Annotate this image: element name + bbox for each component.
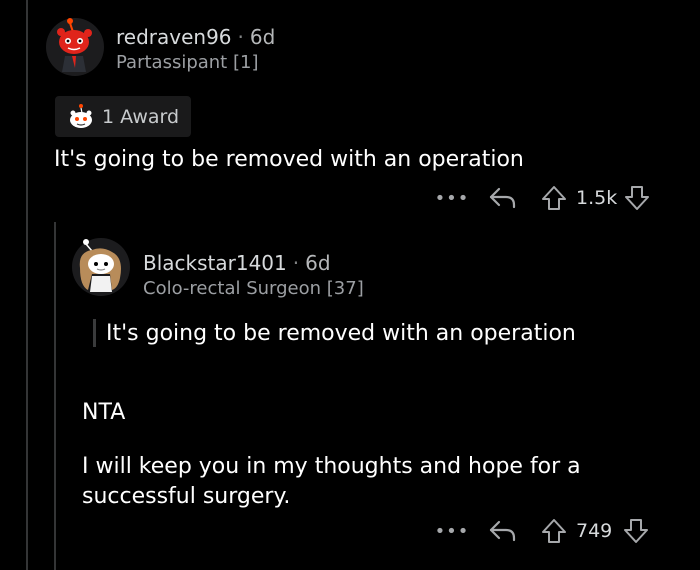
- avatar[interactable]: [46, 18, 104, 76]
- downvote-icon[interactable]: [623, 184, 651, 212]
- comment-body-line: NTA: [82, 400, 126, 425]
- award-badge[interactable]: 1 Award: [55, 96, 191, 137]
- upvote-icon[interactable]: [540, 517, 568, 545]
- thread-line[interactable]: [26, 0, 28, 570]
- quote-text: It's going to be removed with an operati…: [106, 320, 576, 346]
- comment-actions: ••• 1.5k: [432, 183, 651, 213]
- comment-username[interactable]: redraven96 · 6d: [116, 25, 275, 49]
- avatar[interactable]: [72, 238, 130, 296]
- comment-username[interactable]: Blackstar1401 · 6d: [143, 251, 331, 275]
- separator-dot: ·: [292, 251, 300, 275]
- username-text[interactable]: Blackstar1401: [143, 251, 287, 275]
- comment-body-line: I will keep you in my thoughts and hope …: [82, 454, 581, 509]
- more-options-button[interactable]: •••: [432, 188, 472, 209]
- comment-age: 6d: [305, 251, 331, 275]
- vote-score: 1.5k: [576, 187, 618, 209]
- reply-thread-line[interactable]: [54, 222, 56, 570]
- user-flair: Colo-rectal Surgeon [37]: [143, 278, 364, 299]
- snoo-red-avatar-icon: [46, 18, 104, 76]
- username-text[interactable]: redraven96: [116, 25, 232, 49]
- user-flair: Partassipant [1]: [116, 52, 259, 73]
- more-options-button[interactable]: •••: [432, 521, 472, 542]
- vote-score: 749: [576, 520, 613, 542]
- upvote-icon[interactable]: [540, 184, 568, 212]
- quote-block: It's going to be removed with an operati…: [93, 318, 576, 348]
- comment-actions: ••• 749: [432, 516, 650, 546]
- award-snoo-icon: [70, 103, 92, 128]
- downvote-icon[interactable]: [622, 517, 650, 545]
- quote-bar: [93, 319, 96, 347]
- comment-body: It's going to be removed with an operati…: [54, 147, 524, 172]
- reply-icon[interactable]: [488, 518, 518, 544]
- award-label: 1 Award: [102, 105, 180, 128]
- comment-age: 6d: [249, 25, 276, 49]
- reply-icon[interactable]: [488, 185, 518, 211]
- separator-dot: ·: [237, 25, 244, 49]
- snoo-curly-hair-avatar-icon: [72, 238, 130, 296]
